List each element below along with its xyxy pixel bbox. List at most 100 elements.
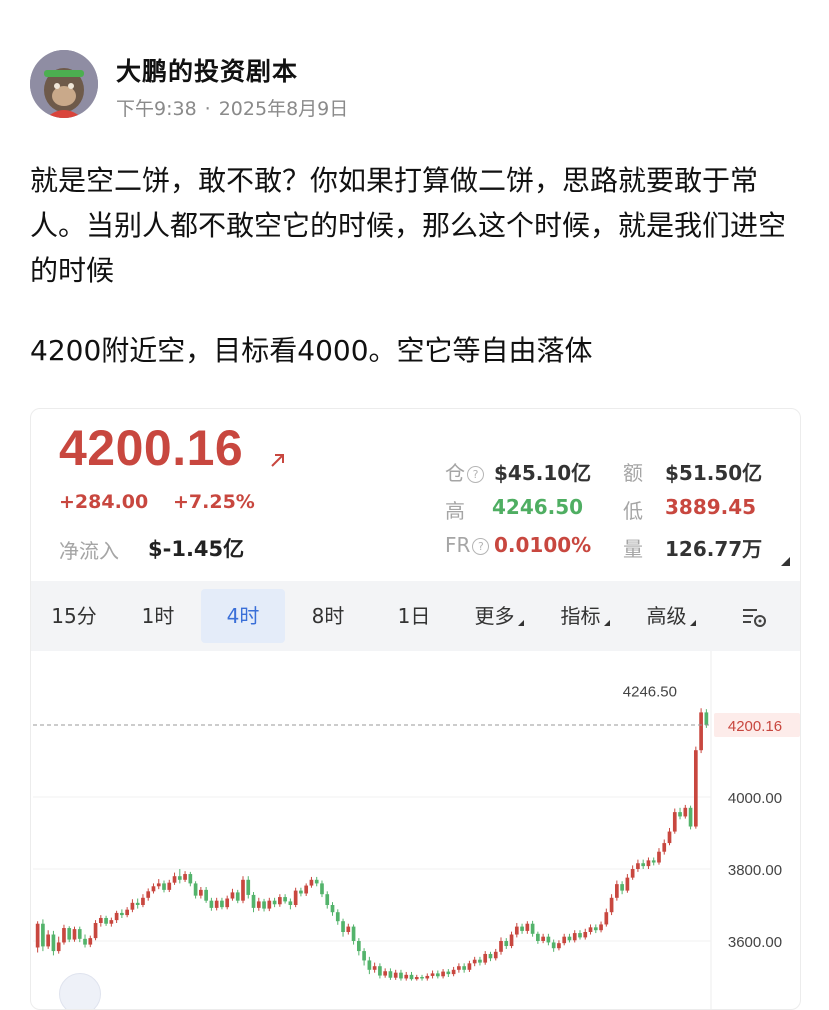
tab-label: 更多	[474, 604, 515, 628]
tab-label: 4时	[226, 604, 260, 628]
candle-body	[546, 936, 551, 943]
tab-1d[interactable]: 1日	[379, 589, 449, 643]
price-chart[interactable]: 4000.00 3800.00 3600.00 4200.16 4246.50	[31, 651, 800, 1009]
candle-body	[320, 883, 324, 895]
y-tick-label: 3600.00	[728, 934, 782, 951]
candle-body	[414, 977, 419, 980]
tab-label: 1日	[397, 604, 431, 628]
candle-body	[56, 942, 61, 952]
funding-rate-label-text: FR	[445, 533, 471, 557]
tab-15m[interactable]: 15分	[39, 589, 109, 643]
high-marker-label: 4246.50	[623, 683, 677, 700]
candle-body	[309, 879, 314, 886]
tab-label: 1时	[141, 604, 175, 628]
candle-body	[220, 900, 224, 908]
candle-body	[41, 923, 45, 947]
candle-body	[341, 921, 345, 932]
tab-label: 15分	[51, 604, 97, 628]
candle-body	[67, 928, 72, 940]
candle-body	[551, 942, 556, 949]
expand-corner-icon[interactable]	[781, 557, 790, 566]
high-label: 高	[445, 499, 465, 523]
candle-body	[388, 971, 393, 978]
candle-body	[557, 943, 561, 949]
help-icon[interactable]: ?	[467, 466, 484, 483]
help-icon[interactable]: ?	[472, 538, 490, 555]
tab-1h[interactable]: 1时	[123, 589, 193, 643]
candle-body	[304, 885, 309, 894]
candle-body	[346, 926, 351, 932]
last-price: 4200.16	[59, 420, 244, 476]
candle-body	[514, 926, 519, 935]
volume-label: 量	[623, 537, 643, 561]
candle-body	[688, 807, 693, 827]
candle-body	[330, 905, 335, 913]
candle-body	[35, 923, 40, 948]
candle-body	[641, 863, 646, 867]
candle-body	[493, 951, 498, 959]
candle-body	[420, 977, 424, 979]
tab-more[interactable]: 更多	[463, 589, 535, 643]
open-interest-label-text: 仓	[445, 461, 465, 485]
funding-rate-label[interactable]: FR?	[445, 533, 490, 557]
candle-body	[651, 860, 656, 863]
candle-body	[141, 897, 145, 905]
volume-value: 126.77万	[665, 537, 763, 561]
candle-body	[541, 936, 545, 941]
candle-body	[225, 898, 230, 908]
post-body: 就是空二饼，敢不敢？你如果打算做二饼，思路就要敢于常人。当别人都不敢空它的时候，…	[30, 158, 805, 373]
caret-icon	[689, 620, 696, 626]
candle-body	[246, 879, 251, 895]
candle-body	[109, 920, 114, 924]
tab-4h[interactable]: 4时	[201, 589, 285, 643]
candle-body	[446, 971, 451, 975]
candle-body	[146, 891, 151, 898]
candle-body	[509, 934, 514, 947]
candle-body	[472, 959, 477, 964]
candle-body	[615, 884, 619, 898]
candle-body	[267, 900, 272, 909]
candle-body	[183, 874, 187, 880]
candle-body	[504, 941, 509, 947]
turnover-label: 额	[623, 461, 643, 485]
candle-body	[441, 971, 445, 977]
tab-8h[interactable]: 8时	[293, 589, 363, 643]
candle-body	[98, 917, 103, 923]
ticker-card[interactable]: 4200.16 +284.00 +7.25% 净流入 $-1.45亿 仓? $4…	[30, 408, 801, 1010]
caret-icon	[603, 620, 610, 626]
post-time: 下午9:38	[116, 98, 197, 120]
author-avatar[interactable]	[30, 50, 98, 118]
tab-indicators[interactable]: 指标	[549, 589, 621, 643]
candle-body	[51, 934, 56, 952]
candle-body	[177, 876, 182, 880]
author-name[interactable]: 大鹏的投资剧本	[116, 52, 298, 88]
candle-body	[667, 831, 672, 844]
candlestick-chart[interactable]: 4000.00 3800.00 3600.00 4200.16 4246.50	[31, 651, 800, 1009]
candle-body	[583, 932, 588, 938]
candle-body	[62, 928, 66, 943]
candle-body	[230, 892, 235, 899]
tab-label: 指标	[560, 604, 601, 628]
candle-body	[293, 890, 298, 905]
candle-body	[372, 966, 377, 970]
ape-avatar-icon	[30, 50, 98, 118]
candle-body	[256, 901, 261, 908]
last-price-label: 4200.16	[728, 718, 782, 735]
candle-body	[562, 936, 567, 944]
candle-body	[636, 863, 640, 869]
candle-body	[325, 894, 330, 905]
high-value: 4246.50	[492, 495, 584, 519]
chart-settings-icon[interactable]	[741, 605, 767, 629]
expand-icon[interactable]	[59, 973, 101, 1009]
candle-body	[104, 917, 108, 924]
candle-body	[609, 897, 614, 913]
candle-body	[399, 972, 403, 979]
netflow-label: 净流入	[59, 539, 119, 563]
tab-advanced[interactable]: 高级	[635, 589, 707, 643]
candle-body	[199, 889, 203, 896]
candle-body	[120, 912, 124, 916]
open-interest-label[interactable]: 仓?	[445, 457, 484, 486]
candle-body	[457, 966, 461, 970]
open-interest-value: $45.10亿	[494, 461, 592, 485]
candle-body	[299, 890, 303, 894]
